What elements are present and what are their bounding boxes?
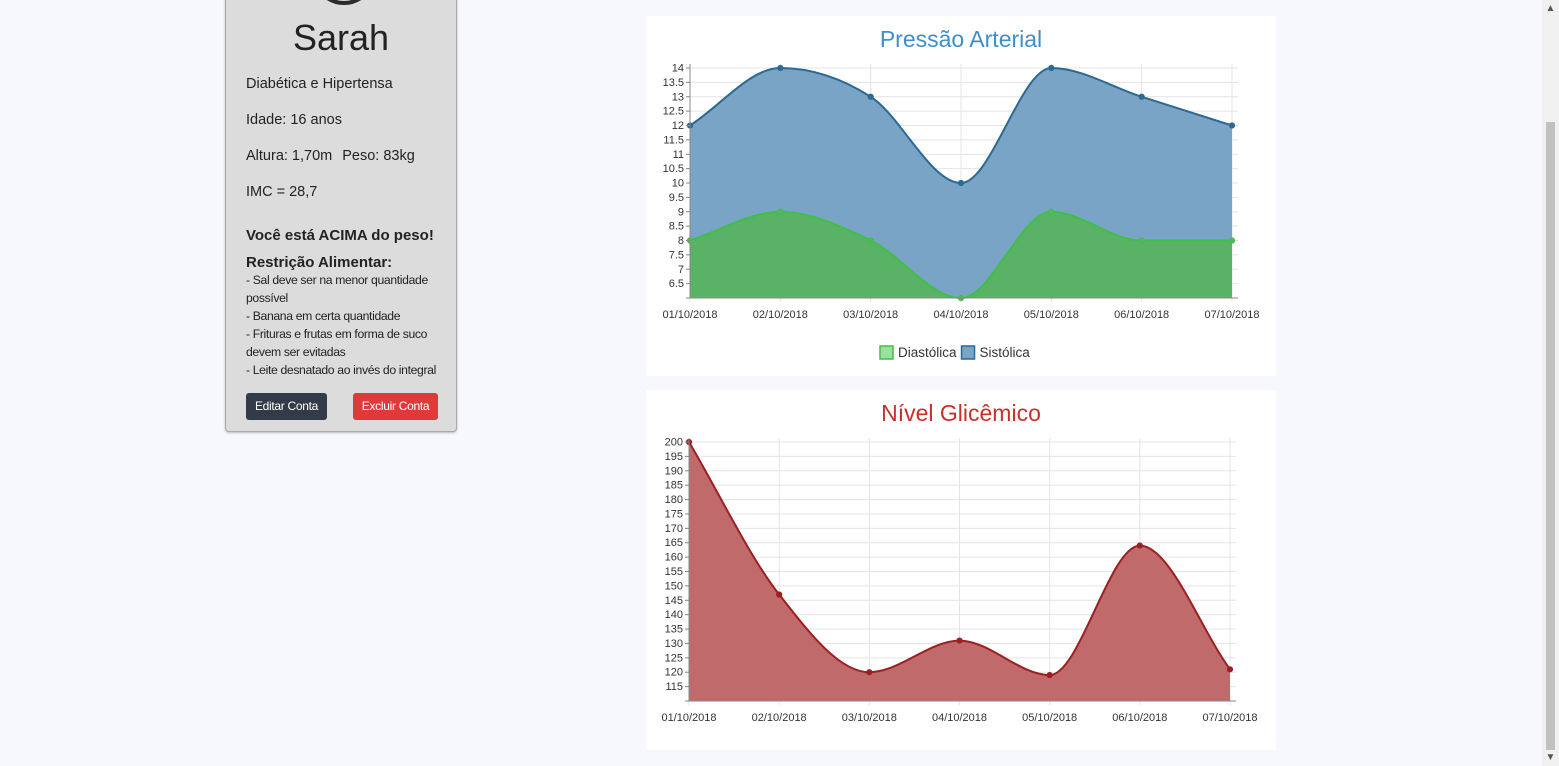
y-tick-label: 6.5 (669, 278, 684, 290)
y-tick-label: 14 (672, 63, 684, 75)
data-point[interactable] (1048, 64, 1055, 72)
delete-account-button[interactable]: Excluir Conta (353, 393, 438, 420)
data-point[interactable] (867, 237, 874, 244)
patient-bmi: IMC = 28,7 (246, 184, 318, 200)
y-tick-label: 165 (665, 537, 683, 549)
y-tick-label: 12.5 (663, 106, 684, 118)
y-tick-label: 130 (665, 638, 683, 650)
y-tick-label: 11.5 (663, 134, 684, 146)
y-tick-label: 200 (665, 437, 683, 449)
y-tick-label: 170 (665, 523, 683, 535)
y-tick-label: 8.5 (669, 221, 684, 233)
data-point[interactable] (956, 637, 963, 644)
profile-card: Sarah Diabética e Hipertensa Idade: 16 a… (225, 0, 457, 432)
x-tick-label: 06/10/2018 (1112, 712, 1167, 724)
chevron-up-icon[interactable]: ▲ (1542, 0, 1559, 17)
restriction-item: - Leite desnatado ao invés do integral (246, 363, 436, 377)
restriction-title: Restrição Alimentar: (246, 254, 393, 271)
y-tick-label: 155 (665, 566, 683, 578)
patient-height: Altura: 1,70m (246, 148, 333, 164)
patient-weight: Peso: 83kg (342, 148, 415, 164)
legend-label[interactable]: Sistólica (980, 345, 1031, 360)
y-tick-label: 175 (665, 508, 683, 520)
y-tick-label: 160 (665, 552, 683, 564)
data-point[interactable] (1048, 208, 1055, 215)
restriction-item: - Frituras e frutas em forma de suco dev… (246, 327, 428, 359)
y-tick-label: 125 (665, 652, 683, 664)
chart-title: Nível Glicêmico (881, 400, 1041, 426)
data-point[interactable] (1138, 237, 1145, 244)
y-tick-label: 10 (672, 178, 684, 190)
y-tick-label: 13.5 (663, 77, 684, 89)
y-tick-label: 7.5 (669, 249, 684, 261)
data-point[interactable] (776, 591, 783, 598)
weight-status: Você está ACIMA do peso! (246, 227, 434, 244)
glucose-chart-panel: Nível Glicêmico 115 120 125 130 135 140 145 150 1… (646, 390, 1276, 750)
x-tick-label: 03/10/2018 (842, 712, 897, 724)
patient-age: Idade: 16 anos (246, 112, 342, 128)
y-tick-label: 185 (665, 480, 683, 492)
x-tick-label: 05/10/2018 (1024, 309, 1079, 321)
y-tick-label: 195 (665, 451, 683, 463)
edit-account-button[interactable]: Editar Conta (246, 393, 327, 420)
x-tick-label: 07/10/2018 (1204, 309, 1259, 321)
y-tick-label: 115 (665, 681, 683, 693)
data-point[interactable] (1136, 542, 1143, 549)
y-tick-label: 12 (672, 120, 684, 132)
data-point[interactable] (1226, 666, 1234, 673)
legend-swatch[interactable] (879, 345, 894, 360)
data-point[interactable] (866, 669, 873, 676)
y-tick-label: 190 (665, 465, 683, 477)
y-tick-label: 140 (665, 609, 683, 621)
chart-title: Pressão Arterial (880, 26, 1042, 52)
user-circle-icon (312, 0, 376, 13)
y-tick-label: 10.5 (663, 163, 684, 175)
y-tick-label: 120 (665, 667, 683, 679)
data-point[interactable] (867, 93, 874, 100)
legend-swatch[interactable] (960, 345, 976, 360)
y-tick-label: 8 (678, 235, 684, 247)
y-tick-label: 9.5 (669, 192, 684, 204)
x-tick-label: 01/10/2018 (662, 309, 717, 321)
data-point[interactable] (1228, 122, 1236, 129)
blood-pressure-chart: Pressão Arterial 6.5 7 7.5 8 8.5 9 9.5 10 10.5 11 1… (662, 26, 1259, 360)
y-tick-label: 135 (665, 624, 683, 636)
y-tick-label: 145 (665, 595, 683, 607)
x-tick-label: 02/10/2018 (752, 712, 807, 724)
patient-measurements: Altura: 1,70m Peso: 83kg (246, 148, 415, 164)
data-point[interactable] (777, 64, 784, 72)
restriction-item: - Banana em certa quantidade (246, 309, 401, 323)
restriction-item: - Sal deve ser na menor quantidade possí… (246, 273, 428, 305)
x-tick-label: 01/10/2018 (661, 712, 716, 724)
data-point[interactable] (777, 208, 784, 215)
data-point[interactable] (957, 179, 965, 187)
restriction-list: - Sal deve ser na menor quantidade possí… (246, 271, 454, 379)
x-tick-label: 04/10/2018 (932, 712, 987, 724)
chevron-down-icon[interactable]: ▼ (1542, 749, 1559, 766)
patient-condition: Diabética e Hipertensa (246, 76, 393, 92)
y-tick-label: 9 (678, 206, 684, 218)
data-point[interactable] (1228, 237, 1236, 244)
blood-pressure-chart-panel: Pressão Arterial 6.5 7 7.5 8 8.5 9 9.5 10 10.5 11 1… (646, 16, 1276, 376)
scroll-thumb[interactable] (1546, 122, 1555, 750)
y-tick-label: 11 (673, 149, 684, 161)
page-scrollbar[interactable]: ▲ ▼ (1542, 0, 1559, 766)
x-tick-label: 02/10/2018 (753, 309, 808, 321)
x-tick-label: 03/10/2018 (843, 309, 898, 321)
patient-name: Sarah (292, 17, 390, 58)
x-tick-label: 07/10/2018 (1202, 712, 1257, 724)
y-tick-label: 7 (678, 264, 684, 276)
data-point[interactable] (1138, 93, 1145, 100)
chart-legend: Diastólica Sistólica (879, 345, 1031, 360)
legend-label[interactable]: Diastólica (898, 345, 957, 360)
y-tick-label: 180 (665, 494, 683, 506)
y-tick-label: 13 (672, 91, 684, 103)
x-tick-label: 06/10/2018 (1114, 309, 1169, 321)
data-point[interactable] (1046, 672, 1053, 679)
y-tick-label: 150 (665, 580, 683, 592)
x-tick-label: 05/10/2018 (1022, 712, 1077, 724)
x-tick-label: 04/10/2018 (933, 309, 988, 321)
glucose-chart: Nível Glicêmico 115 120 125 130 135 140 145 150 1… (661, 400, 1257, 724)
